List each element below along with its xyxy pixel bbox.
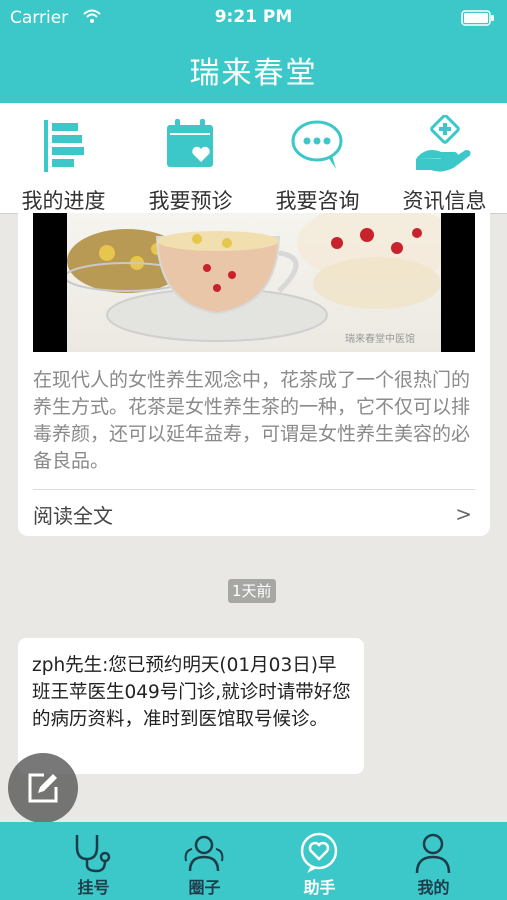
- tab-mine[interactable]: 我的: [370, 822, 497, 900]
- clock: 9:21 PM: [214, 7, 293, 27]
- menu-my-progress[interactable]: 我的进度: [0, 103, 127, 213]
- tea-photo: 瑞来春堂中医馆: [67, 213, 441, 352]
- tab-register[interactable]: 挂号: [30, 822, 157, 900]
- community-icon: [184, 835, 224, 872]
- compose-button[interactable]: [8, 753, 78, 823]
- compose-icon: [28, 773, 58, 803]
- tab-label: 我的: [417, 878, 450, 897]
- menu-pre-diagnosis[interactable]: 我要预诊: [127, 103, 254, 213]
- chat-bubble-icon: [291, 120, 343, 169]
- heart-chat-icon: [300, 832, 338, 873]
- hand-plus-icon: [416, 115, 471, 172]
- article-summary: 在现代人的女性养生观念中，花茶成了一个很热门的养生方式。花茶是女性养生茶的一种，…: [33, 369, 471, 472]
- quick-menu: 我的进度 我要预诊 我要咨询 资讯信息: [0, 103, 507, 214]
- read-more-link[interactable]: 阅读全文 >: [18, 490, 490, 536]
- message-text: zph先生:您已预约明天(01月03日)早班王苹医生049号门诊,就诊时请带好您…: [32, 655, 351, 730]
- photo-watermark: 瑞来春堂中医馆: [345, 334, 415, 345]
- menu-consult[interactable]: 我要咨询: [254, 103, 381, 213]
- page-title: 瑞来春堂: [189, 56, 318, 91]
- menu-news[interactable]: 资讯信息: [381, 103, 507, 213]
- battery-icon: [461, 10, 494, 26]
- appointment-message: zph先生:您已预约明天(01月03日)早班王苹医生049号门诊,就诊时请带好您…: [18, 638, 364, 774]
- app-header: Carrier 9:21 PM 瑞来春堂: [0, 0, 507, 103]
- chevron-right-icon: >: [455, 502, 472, 526]
- tab-bar: 挂号 圈子 助手 我的: [0, 822, 507, 900]
- timestamp-badge: 1天前: [228, 579, 276, 603]
- calendar-heart-icon: [167, 119, 213, 167]
- article-card[interactable]: 瑞来春堂中医馆 在现代人的女性养生观念中，花茶成了一个很热门的养生方式。花茶是女…: [18, 213, 490, 536]
- progress-bars-icon: [44, 120, 84, 172]
- menu-label: 我要预诊: [148, 189, 233, 213]
- tab-label: 圈子: [188, 878, 221, 897]
- tab-community[interactable]: 圈子: [141, 822, 268, 900]
- read-more-label: 阅读全文: [33, 504, 113, 528]
- status-bar: Carrier 9:21 PM: [0, 0, 507, 36]
- tab-label: 挂号: [77, 878, 110, 897]
- stethoscope-icon: [75, 835, 111, 873]
- tab-assistant[interactable]: 助手: [256, 822, 383, 900]
- menu-label: 我的进度: [21, 189, 106, 213]
- person-icon: [415, 833, 451, 874]
- menu-label: 资讯信息: [402, 189, 487, 213]
- menu-label: 我要咨询: [275, 189, 360, 213]
- article-photo: 瑞来春堂中医馆: [33, 213, 475, 352]
- tab-label: 助手: [303, 878, 336, 897]
